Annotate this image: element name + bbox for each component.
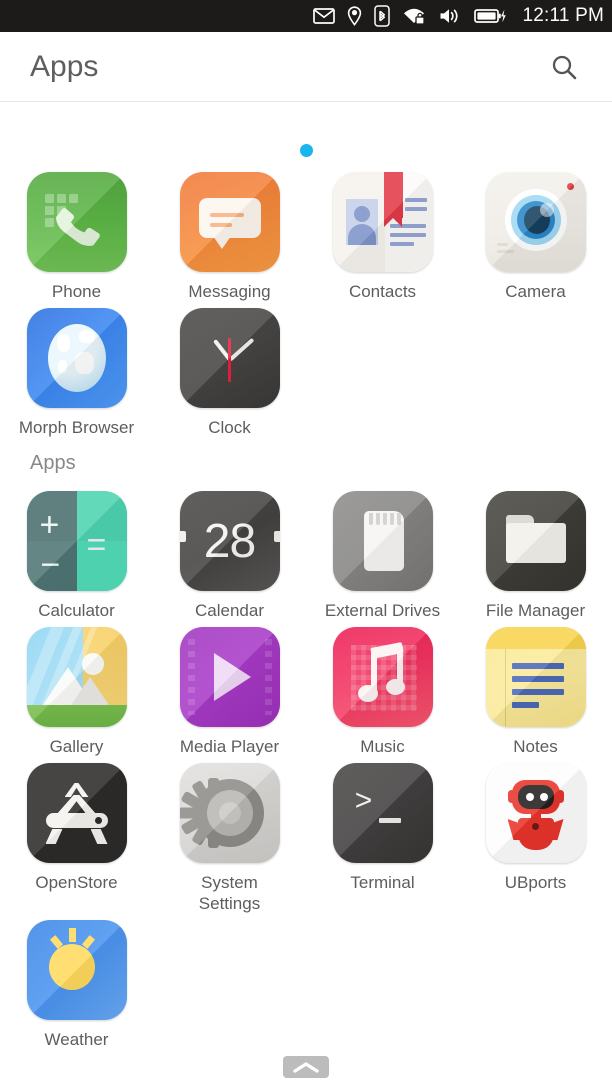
app-item-gallery[interactable]: Gallery (0, 621, 153, 757)
bluetooth-icon (374, 5, 391, 27)
notes-icon (485, 627, 586, 727)
status-clock: 12:11 PM (522, 5, 604, 26)
page-indicator[interactable] (0, 134, 612, 166)
apps-scroll-area[interactable]: Phone Messaging Contacts Camera Morph Br… (0, 134, 612, 1086)
volume-icon (438, 7, 462, 25)
app-item-calculator[interactable]: + − = Calculator (0, 485, 153, 621)
wifi-secure-icon (402, 7, 426, 25)
external-drives-icon (332, 491, 433, 591)
app-label: Calendar (195, 601, 264, 620)
page-title: Apps (30, 49, 99, 83)
app-item-file-manager[interactable]: File Manager (459, 485, 612, 621)
page-header: Apps (0, 32, 612, 102)
app-label: Music (360, 737, 405, 756)
app-label: System Settings (198, 873, 261, 913)
app-item-calendar[interactable]: 28 Calendar (153, 485, 306, 621)
music-icon (332, 627, 433, 727)
bottom-edge-handle[interactable] (283, 1056, 329, 1078)
file-manager-icon (485, 491, 586, 591)
app-item-openstore[interactable]: OpenStore (0, 757, 153, 914)
app-item-notes[interactable]: Notes (459, 621, 612, 757)
page-dot-active[interactable] (299, 143, 313, 157)
search-icon[interactable] (544, 47, 584, 87)
app-grid-apps: + − = Calculator 28 Calendar (0, 485, 612, 1050)
app-label: Contacts (348, 282, 417, 301)
app-label: Terminal (350, 873, 415, 892)
contacts-icon (332, 172, 433, 272)
battery-charging-icon (474, 7, 507, 25)
app-label: Gallery (49, 737, 104, 756)
app-item-media-player[interactable]: Media Player (153, 621, 306, 757)
status-bar[interactable]: 12:11 PM (0, 0, 612, 32)
app-item-phone[interactable]: Phone (0, 166, 153, 302)
app-label: UBports (504, 873, 567, 892)
app-item-messaging[interactable]: Messaging (153, 166, 306, 302)
section-header-apps: Apps (30, 452, 76, 474)
location-icon (347, 6, 362, 26)
app-item-camera[interactable]: Camera (459, 166, 612, 302)
message-icon (313, 8, 336, 24)
app-label: External Drives (324, 601, 441, 620)
app-item-external-drives[interactable]: External Drives (306, 485, 459, 621)
app-label: Calculator (38, 601, 115, 620)
messaging-icon (179, 172, 280, 272)
gallery-icon (26, 627, 127, 727)
app-item-music[interactable]: Music (306, 621, 459, 757)
weather-icon (26, 920, 127, 1020)
chevron-up-icon (293, 1061, 319, 1073)
app-label: Weather (44, 1030, 109, 1049)
ubports-icon (485, 763, 586, 863)
app-label: Camera (505, 282, 566, 301)
media-player-icon (179, 627, 280, 727)
morph-browser-icon (26, 308, 127, 408)
terminal-icon: > (332, 763, 433, 863)
app-grid-favorites: Phone Messaging Contacts Camera Morph Br… (0, 166, 612, 438)
app-label: Notes (513, 737, 558, 756)
app-item-weather[interactable]: Weather (0, 914, 153, 1050)
system-settings-icon (179, 763, 280, 863)
calculator-icon: + − = (26, 491, 127, 591)
app-label: Messaging (188, 282, 271, 301)
app-label: Clock (208, 418, 251, 437)
app-item-clock[interactable]: Clock (153, 302, 306, 438)
app-label: Phone (51, 282, 102, 301)
phone-icon (26, 172, 127, 272)
app-item-morph-browser[interactable]: Morph Browser (0, 302, 153, 438)
app-label: OpenStore (35, 873, 118, 892)
app-label: Morph Browser (18, 418, 135, 437)
clock-icon (179, 308, 280, 408)
app-item-system-settings[interactable]: System Settings (153, 757, 306, 914)
app-label: Media Player (179, 737, 280, 756)
camera-icon (485, 172, 586, 272)
app-label: File Manager (485, 601, 586, 620)
app-item-ubports[interactable]: UBports (459, 757, 612, 914)
calendar-icon: 28 (179, 491, 280, 591)
app-item-terminal[interactable]: > Terminal (306, 757, 459, 914)
openstore-icon (26, 763, 127, 863)
app-item-contacts[interactable]: Contacts (306, 166, 459, 302)
